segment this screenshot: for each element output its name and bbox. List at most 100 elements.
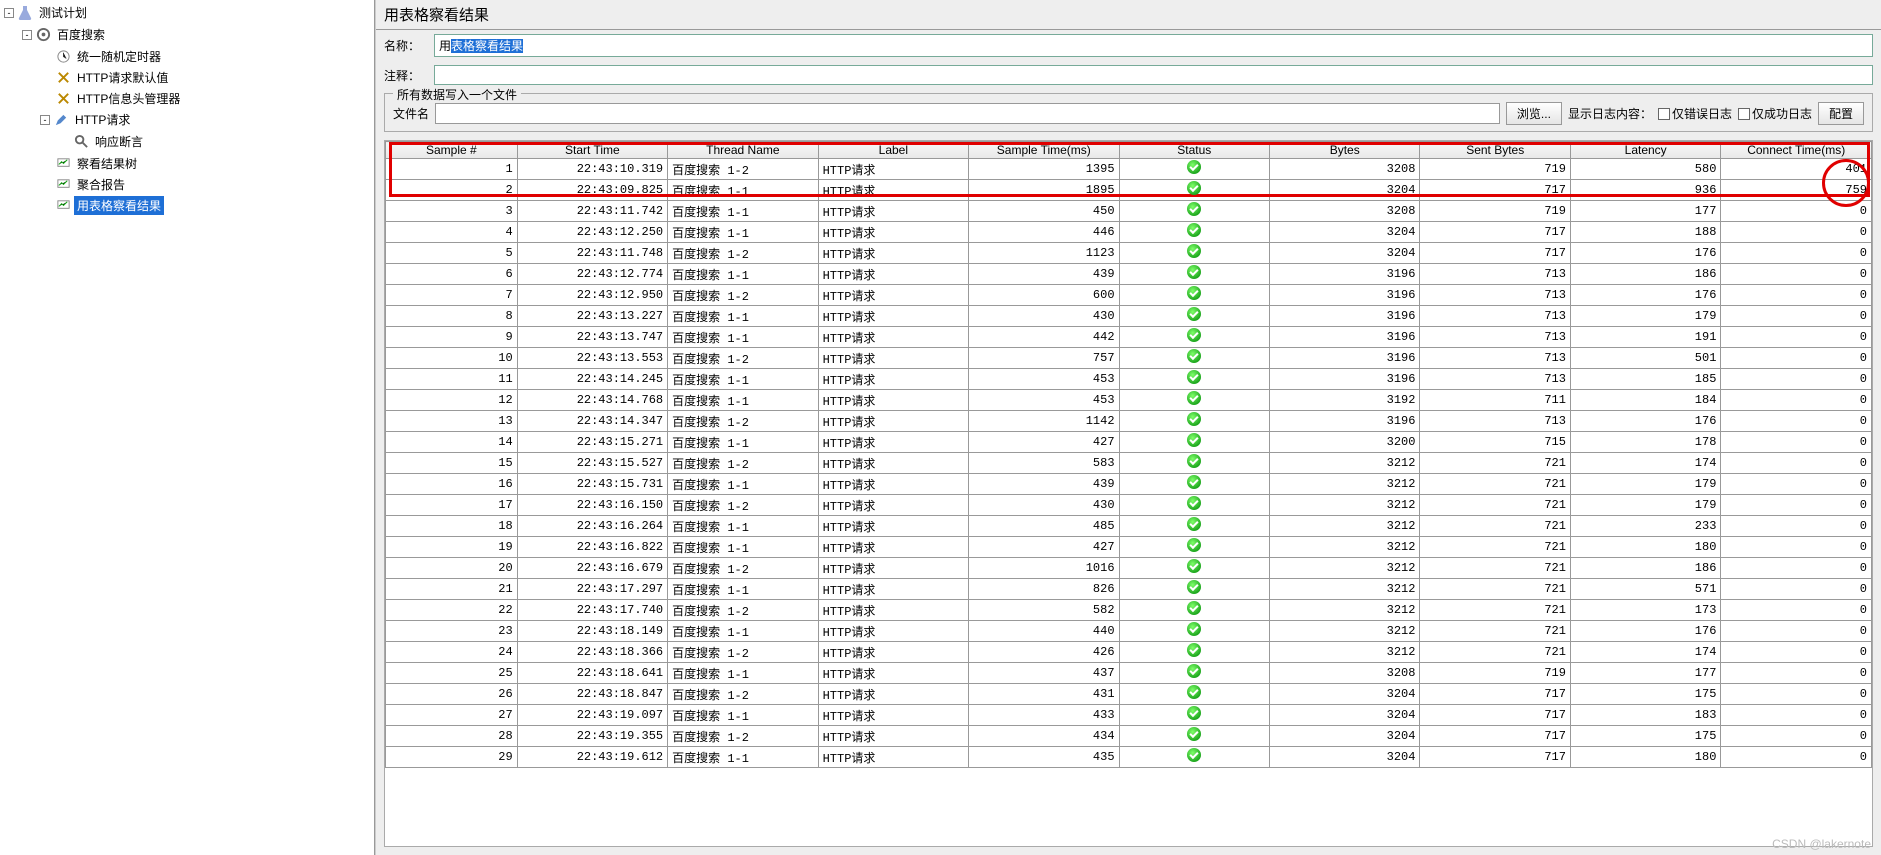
tree-thread-group[interactable]: - 百度搜索 bbox=[18, 24, 183, 45]
tree-label[interactable]: 聚合报告 bbox=[74, 175, 128, 194]
table-row[interactable]: 2822:43:19.355百度搜索 1-2HTTP请求434320471717… bbox=[386, 726, 1872, 747]
tree-label[interactable]: 察看结果树 bbox=[74, 154, 140, 173]
cell: 3208 bbox=[1270, 663, 1420, 684]
col-8[interactable]: Latency bbox=[1570, 142, 1720, 159]
table-row[interactable]: 1222:43:14.768百度搜索 1-1HTTP请求453319271118… bbox=[386, 390, 1872, 411]
table-row[interactable]: 1122:43:14.245百度搜索 1-1HTTP请求453319671318… bbox=[386, 369, 1872, 390]
cell: 22:43:14.768 bbox=[517, 390, 667, 411]
only-errors-checkbox[interactable]: 仅错误日志 bbox=[1658, 105, 1732, 122]
cell: 百度搜索 1-2 bbox=[668, 726, 818, 747]
table-row[interactable]: 2922:43:19.612百度搜索 1-1HTTP请求435320471718… bbox=[386, 747, 1872, 768]
tree-label-root[interactable]: 测试计划 bbox=[36, 3, 90, 22]
col-2[interactable]: Thread Name bbox=[668, 142, 818, 159]
toggle-icon[interactable]: - bbox=[22, 30, 32, 40]
name-input[interactable]: 用表格察看结果 bbox=[434, 34, 1873, 57]
table-row[interactable]: 1922:43:16.822百度搜索 1-1HTTP请求427321272118… bbox=[386, 537, 1872, 558]
test-plan-tree[interactable]: - 测试计划 - 百度搜索 统一随机定时器 HTTP请求默认值 HTT bbox=[0, 0, 375, 855]
cell: 22:43:11.748 bbox=[517, 243, 667, 264]
cell: 3196 bbox=[1270, 369, 1420, 390]
table-row[interactable]: 1422:43:15.271百度搜索 1-1HTTP请求427320071517… bbox=[386, 432, 1872, 453]
col-1[interactable]: Start Time bbox=[517, 142, 667, 159]
col-6[interactable]: Bytes bbox=[1270, 142, 1420, 159]
cell: 0 bbox=[1721, 264, 1872, 285]
table-row[interactable]: 622:43:12.774百度搜索 1-1HTTP请求4393196713186… bbox=[386, 264, 1872, 285]
tree-label[interactable]: HTTP请求默认值 bbox=[74, 68, 171, 87]
tree-label[interactable]: HTTP请求 bbox=[72, 110, 133, 129]
cell: 3 bbox=[386, 201, 518, 222]
status-ok-icon bbox=[1187, 391, 1201, 405]
results-table-wrap[interactable]: Sample #Start TimeThread NameLabelSample… bbox=[384, 140, 1873, 847]
table-row[interactable]: 1022:43:13.553百度搜索 1-2HTTP请求757319671350… bbox=[386, 348, 1872, 369]
table-row[interactable]: 1322:43:14.347百度搜索 1-2HTTP请求114231967131… bbox=[386, 411, 1872, 432]
tree-table-results[interactable]: 用表格察看结果 bbox=[36, 195, 183, 216]
tree-label[interactable]: 百度搜索 bbox=[54, 25, 108, 44]
tree-header-manager[interactable]: HTTP信息头管理器 bbox=[36, 88, 183, 109]
status-ok-icon bbox=[1187, 727, 1201, 741]
toggle-icon[interactable]: - bbox=[4, 8, 14, 18]
cell: 25 bbox=[386, 663, 518, 684]
cell: 721 bbox=[1420, 621, 1570, 642]
cell: 430 bbox=[969, 306, 1119, 327]
col-0[interactable]: Sample # bbox=[386, 142, 518, 159]
cell: 22:43:19.097 bbox=[517, 705, 667, 726]
tree-http-defaults[interactable]: HTTP请求默认值 bbox=[36, 67, 183, 88]
table-row[interactable]: 2122:43:17.297百度搜索 1-1HTTP请求826321272157… bbox=[386, 579, 1872, 600]
tree-http-request[interactable]: - HTTP请求 bbox=[36, 109, 183, 130]
status-ok-icon bbox=[1187, 223, 1201, 237]
cell: 21 bbox=[386, 579, 518, 600]
table-row[interactable]: 122:43:10.319百度搜索 1-2HTTP请求1395320871958… bbox=[386, 159, 1872, 180]
tree-timer[interactable]: 统一随机定时器 bbox=[36, 46, 183, 67]
tree-root[interactable]: - 测试计划 bbox=[0, 2, 374, 23]
cell: 717 bbox=[1420, 747, 1570, 768]
cell: 713 bbox=[1420, 369, 1570, 390]
cell: 19 bbox=[386, 537, 518, 558]
table-row[interactable]: 2022:43:16.679百度搜索 1-2HTTP请求101632127211… bbox=[386, 558, 1872, 579]
cell: 0 bbox=[1721, 705, 1872, 726]
cell: 0 bbox=[1721, 306, 1872, 327]
tree-assertion[interactable]: 响应断言 bbox=[54, 131, 146, 152]
table-row[interactable]: 222:43:09.825百度搜索 1-1HTTP请求1895320471793… bbox=[386, 180, 1872, 201]
cell bbox=[1119, 621, 1269, 642]
toggle-icon[interactable]: - bbox=[40, 115, 50, 125]
table-row[interactable]: 322:43:11.742百度搜索 1-1HTTP请求4503208719177… bbox=[386, 201, 1872, 222]
config-button[interactable]: 配置 bbox=[1818, 102, 1864, 125]
table-row[interactable]: 1822:43:16.264百度搜索 1-1HTTP请求485321272123… bbox=[386, 516, 1872, 537]
cell: 百度搜索 1-1 bbox=[668, 390, 818, 411]
comment-input[interactable] bbox=[434, 65, 1873, 85]
table-row[interactable]: 922:43:13.747百度搜索 1-1HTTP请求4423196713191… bbox=[386, 327, 1872, 348]
cell: 184 bbox=[1570, 390, 1720, 411]
col-3[interactable]: Label bbox=[818, 142, 968, 159]
tree-label[interactable]: 响应断言 bbox=[92, 132, 146, 151]
col-5[interactable]: Status bbox=[1119, 142, 1269, 159]
filename-input[interactable] bbox=[435, 103, 1500, 124]
col-4[interactable]: Sample Time(ms) bbox=[969, 142, 1119, 159]
tree-aggregate[interactable]: 聚合报告 bbox=[36, 174, 183, 195]
cell: 719 bbox=[1420, 159, 1570, 180]
tree-label[interactable]: HTTP信息头管理器 bbox=[74, 89, 183, 108]
table-row[interactable]: 2622:43:18.847百度搜索 1-2HTTP请求431320471717… bbox=[386, 684, 1872, 705]
table-row[interactable]: 422:43:12.250百度搜索 1-1HTTP请求4463204717188… bbox=[386, 222, 1872, 243]
table-row[interactable]: 822:43:13.227百度搜索 1-1HTTP请求4303196713179… bbox=[386, 306, 1872, 327]
table-row[interactable]: 1622:43:15.731百度搜索 1-1HTTP请求439321272117… bbox=[386, 474, 1872, 495]
table-row[interactable]: 2422:43:18.366百度搜索 1-2HTTP请求426321272117… bbox=[386, 642, 1872, 663]
table-row[interactable]: 1522:43:15.527百度搜索 1-2HTTP请求583321272117… bbox=[386, 453, 1872, 474]
tree-view-results[interactable]: 察看结果树 bbox=[36, 153, 183, 174]
browse-button[interactable]: 浏览... bbox=[1506, 102, 1562, 125]
table-row[interactable]: 2322:43:18.149百度搜索 1-1HTTP请求440321272117… bbox=[386, 621, 1872, 642]
cell: 百度搜索 1-1 bbox=[668, 474, 818, 495]
tree-label[interactable]: 统一随机定时器 bbox=[74, 47, 164, 66]
col-9[interactable]: Connect Time(ms) bbox=[1721, 142, 1872, 159]
col-7[interactable]: Sent Bytes bbox=[1420, 142, 1570, 159]
tree-label-selected[interactable]: 用表格察看结果 bbox=[74, 196, 164, 215]
only-success-checkbox[interactable]: 仅成功日志 bbox=[1738, 105, 1812, 122]
table-row[interactable]: 2222:43:17.740百度搜索 1-2HTTP请求582321272117… bbox=[386, 600, 1872, 621]
table-row[interactable]: 1722:43:16.150百度搜索 1-2HTTP请求430321272117… bbox=[386, 495, 1872, 516]
table-row[interactable]: 2522:43:18.641百度搜索 1-1HTTP请求437320871917… bbox=[386, 663, 1872, 684]
cell: 3204 bbox=[1270, 726, 1420, 747]
cell: 439 bbox=[969, 264, 1119, 285]
table-row[interactable]: 722:43:12.950百度搜索 1-2HTTP请求6003196713176… bbox=[386, 285, 1872, 306]
table-row[interactable]: 2722:43:19.097百度搜索 1-1HTTP请求433320471718… bbox=[386, 705, 1872, 726]
cell: 22:43:13.227 bbox=[517, 306, 667, 327]
table-row[interactable]: 522:43:11.748百度搜索 1-2HTTP请求1123320471717… bbox=[386, 243, 1872, 264]
cell: 713 bbox=[1420, 285, 1570, 306]
